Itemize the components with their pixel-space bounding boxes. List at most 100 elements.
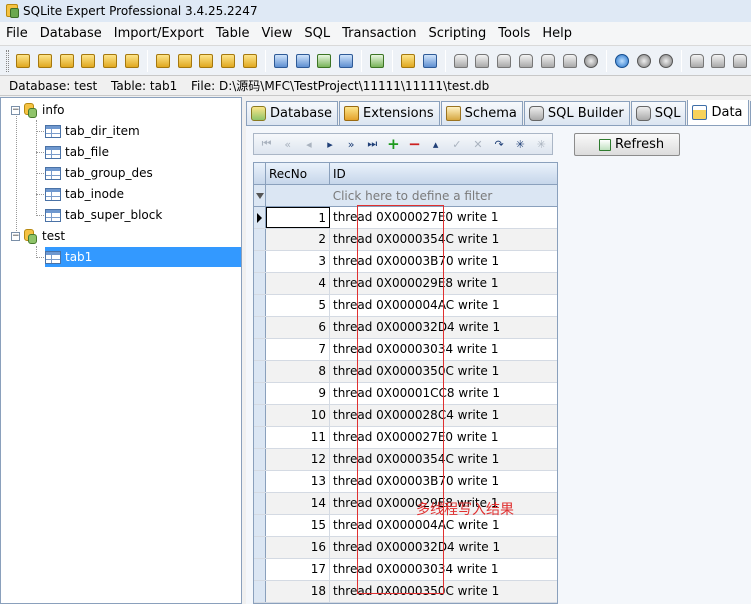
clear-filter-button[interactable]: ✳	[531, 134, 552, 154]
cell-id[interactable]: thread 0X0000354C write 1	[330, 449, 557, 470]
table-row[interactable]: 9 thread 0X00001CC8 write 1	[254, 383, 557, 405]
tab-database[interactable]: Database	[246, 101, 339, 125]
row-indicator[interactable]	[254, 207, 266, 228]
post-edit-button[interactable]: ✓	[446, 134, 467, 154]
cell-id[interactable]: thread 0X0000350C write 1	[330, 361, 557, 382]
row-indicator[interactable]	[254, 559, 266, 580]
new-database-button[interactable]	[13, 50, 33, 72]
row-indicator[interactable]	[254, 229, 266, 250]
row-indicator[interactable]	[254, 471, 266, 492]
detach-database-button[interactable]	[100, 50, 120, 72]
menu-database[interactable]: Database	[34, 22, 108, 45]
tool3-button[interactable]	[730, 50, 750, 72]
cell-recno[interactable]: 2	[266, 229, 330, 250]
commit-button[interactable]	[634, 50, 654, 72]
table-row[interactable]: 4 thread 0X000029E8 write 1	[254, 273, 557, 295]
column-header-recno[interactable]: RecNo	[266, 163, 330, 184]
row-indicator[interactable]	[254, 251, 266, 272]
table-row[interactable]: 5 thread 0X000004AC write 1	[254, 295, 557, 317]
rollback-button[interactable]	[656, 50, 676, 72]
delete-record-button[interactable]: −	[404, 134, 425, 154]
refresh-record-button[interactable]: ↷	[489, 134, 510, 154]
tree-node-table-selected[interactable]: tab1	[45, 247, 241, 267]
open-database-button[interactable]	[35, 50, 55, 72]
menu-import-export[interactable]: Import/Export	[108, 22, 210, 45]
tool2-button[interactable]	[709, 50, 729, 72]
tree-node-info[interactable]: − info	[11, 100, 65, 120]
data-grid[interactable]: RecNo ID Click here to define a filter 1…	[253, 162, 558, 604]
apply-filter-button[interactable]: ✳	[510, 134, 531, 154]
filter-row[interactable]: Click here to define a filter	[254, 185, 557, 207]
cell-id[interactable]: thread 0X00003B70 write 1	[330, 471, 557, 492]
row-indicator[interactable]	[254, 581, 266, 602]
collapse-icon[interactable]: −	[11, 231, 20, 241]
table-row[interactable]: 8 thread 0X0000350C write 1	[254, 361, 557, 383]
paste-button[interactable]	[218, 50, 238, 72]
cancel-edit-button[interactable]: ✕	[467, 134, 488, 154]
tab-extensions[interactable]: Extensions	[339, 101, 440, 125]
edit-record-button[interactable]: ▴	[425, 134, 446, 154]
database-tree[interactable]: − info tab_dir_item tab_file tab_group_d…	[0, 97, 242, 604]
cell-recno[interactable]: 9	[266, 383, 330, 404]
new-table-button[interactable]	[271, 50, 291, 72]
menu-transaction[interactable]: Transaction	[336, 22, 422, 45]
tab-sql-builder[interactable]: SQL Builder	[523, 101, 630, 125]
menu-tools[interactable]: Tools	[492, 22, 536, 45]
table-view-button[interactable]	[336, 50, 356, 72]
cell-id[interactable]: thread 0X000028C4 write 1	[330, 405, 557, 426]
insert-record-button[interactable]: +	[383, 134, 404, 154]
cell-recno[interactable]: 1	[266, 207, 330, 228]
cell-id[interactable]: thread 0X00001CC8 write 1	[330, 383, 557, 404]
cell-recno[interactable]: 17	[266, 559, 330, 580]
row-indicator[interactable]	[254, 449, 266, 470]
close-database-button[interactable]	[57, 50, 77, 72]
table-row[interactable]: 3 thread 0X00003B70 write 1	[254, 251, 557, 273]
row-indicator[interactable]	[254, 493, 266, 514]
tool1-button[interactable]	[687, 50, 707, 72]
cell-id[interactable]: thread 0X000004AC write 1	[330, 295, 557, 316]
script-save-button[interactable]	[494, 50, 514, 72]
cell-id[interactable]: thread 0X000027E0 write 1	[330, 427, 557, 448]
cell-id[interactable]: thread 0X00003034 write 1	[330, 559, 557, 580]
script-debug-button[interactable]	[538, 50, 558, 72]
tree-node-table[interactable]: tab_group_des	[45, 163, 153, 183]
export-button[interactable]	[175, 50, 195, 72]
cell-id[interactable]: thread 0X00003034 write 1	[330, 339, 557, 360]
tree-node-table[interactable]: tab_dir_item	[45, 121, 140, 141]
tree-node-test[interactable]: − test	[11, 226, 65, 246]
tree-node-table[interactable]: tab_super_block	[45, 205, 162, 225]
cell-recno[interactable]: 14	[266, 493, 330, 514]
cell-recno[interactable]: 12	[266, 449, 330, 470]
table-row[interactable]: 1 thread 0X000027E0 write 1	[254, 207, 557, 229]
cell-recno[interactable]: 3	[266, 251, 330, 272]
menu-scripting[interactable]: Scripting	[422, 22, 492, 45]
prior-record-button[interactable]: ◂	[298, 134, 319, 154]
row-indicator[interactable]	[254, 537, 266, 558]
table-row[interactable]: 12 thread 0X0000354C write 1	[254, 449, 557, 471]
import-button[interactable]	[153, 50, 173, 72]
collapse-icon[interactable]: −	[11, 105, 20, 115]
cell-recno[interactable]: 4	[266, 273, 330, 294]
copy-button[interactable]	[196, 50, 216, 72]
cell-recno[interactable]: 10	[266, 405, 330, 426]
cell-id[interactable]: thread 0X000029E8 write 1	[330, 273, 557, 294]
row-indicator[interactable]	[254, 515, 266, 536]
cell-recno[interactable]: 11	[266, 427, 330, 448]
prior-page-button[interactable]: «	[277, 134, 298, 154]
design-table-button[interactable]	[293, 50, 313, 72]
row-indicator[interactable]	[254, 427, 266, 448]
refresh-button[interactable]: Refresh	[574, 133, 680, 156]
table-row[interactable]: 6 thread 0X000032D4 write 1	[254, 317, 557, 339]
table-row[interactable]: 7 thread 0X00003034 write 1	[254, 339, 557, 361]
table-row[interactable]: 13 thread 0X00003B70 write 1	[254, 471, 557, 493]
calendar-button[interactable]	[420, 50, 440, 72]
query-button[interactable]	[398, 50, 418, 72]
row-indicator[interactable]	[254, 295, 266, 316]
script-new-button[interactable]	[451, 50, 471, 72]
script-open-button[interactable]	[472, 50, 492, 72]
cell-recno[interactable]: 5	[266, 295, 330, 316]
menu-table[interactable]: Table	[210, 22, 256, 45]
cell-id[interactable]: thread 0X00003B70 write 1	[330, 251, 557, 272]
attach-database-button[interactable]	[78, 50, 98, 72]
filter-hint[interactable]: Click here to define a filter	[266, 185, 557, 206]
